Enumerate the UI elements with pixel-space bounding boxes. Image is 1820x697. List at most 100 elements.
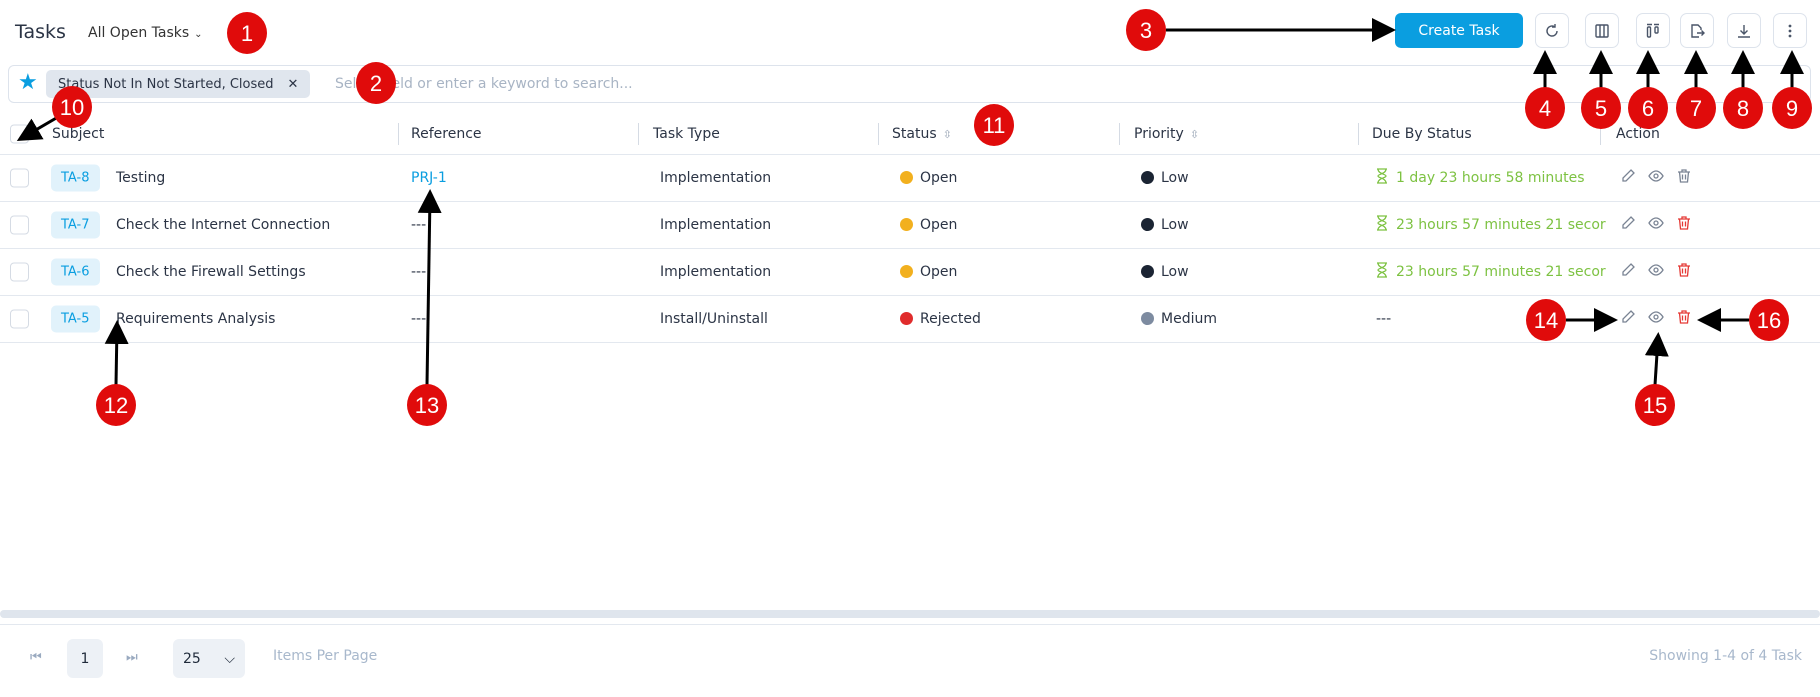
create-task-button[interactable]: Create Task: [1395, 13, 1523, 48]
items-per-page-label: Items Per Page: [273, 648, 378, 664]
hourglass-icon: [1376, 215, 1388, 235]
priority-badge: Low: [1141, 264, 1189, 280]
view-icon[interactable]: [1648, 215, 1664, 235]
edit-icon[interactable]: [1620, 215, 1636, 235]
due-by-status: ---: [1376, 311, 1391, 327]
task-reference: ---: [411, 264, 427, 280]
col-status[interactable]: Status ⇳: [892, 126, 952, 142]
view-icon[interactable]: [1648, 262, 1664, 282]
task-id-badge[interactable]: TA-7: [51, 211, 100, 239]
row-checkbox[interactable]: [10, 168, 29, 188]
row-checkbox[interactable]: [10, 309, 29, 329]
task-subject[interactable]: Check the Firewall Settings: [116, 264, 306, 280]
status-label: Open: [920, 170, 958, 186]
priority-dot: [1141, 171, 1154, 184]
select-all-checkbox[interactable]: [10, 124, 29, 143]
col-action: Action: [1616, 125, 1660, 142]
due-by-status: 1 day 23 hours 58 minutes: [1376, 168, 1585, 188]
delete-icon[interactable]: [1676, 215, 1692, 235]
delete-icon[interactable]: [1676, 168, 1692, 188]
table-row[interactable]: TA-8 Testing PRJ-1 Implementation Open L…: [0, 155, 1820, 202]
hourglass-icon: [1376, 262, 1388, 282]
filter-chip[interactable]: Status Not In Not Started, Closed ✕: [46, 70, 311, 98]
per-page-select[interactable]: 25 ⌵: [173, 639, 245, 678]
download-icon: [1738, 24, 1750, 38]
refresh-button[interactable]: [1535, 13, 1569, 48]
task-id-badge[interactable]: TA-8: [51, 164, 100, 192]
edit-icon[interactable]: [1620, 309, 1636, 329]
delete-icon[interactable]: [1676, 262, 1692, 282]
priority-badge: Low: [1141, 217, 1189, 233]
task-subject[interactable]: Check the Internet Connection: [116, 217, 330, 233]
annotation-overlay: 1234 5 6 7 8 9101112 13141516: [16, 9, 1812, 426]
status-label: Open: [920, 217, 958, 233]
row-checkbox[interactable]: [10, 215, 29, 235]
due-text: ---: [1376, 311, 1392, 327]
more-button[interactable]: [1773, 13, 1807, 48]
status-dot: [900, 265, 913, 278]
edit-icon[interactable]: [1620, 168, 1636, 188]
task-reference[interactable]: PRJ-1: [411, 170, 447, 186]
table-row[interactable]: TA-7 Check the Internet Connection --- I…: [0, 202, 1820, 249]
row-actions: [1620, 262, 1692, 282]
view-selector[interactable]: All Open Tasks ⌄: [88, 25, 203, 41]
task-id-badge[interactable]: TA-6: [51, 258, 100, 286]
star-icon[interactable]: ★: [18, 70, 38, 95]
due-text: 23 hours 57 minutes 21 secor: [1396, 217, 1606, 233]
sort-icon[interactable]: ⇳: [1190, 128, 1199, 141]
row-checkbox[interactable]: [10, 262, 29, 282]
status-dot: [900, 218, 913, 231]
due-by-status: 23 hours 57 minutes 21 secor: [1376, 262, 1606, 282]
task-subject[interactable]: Testing: [116, 170, 165, 186]
layout-button[interactable]: [1636, 13, 1670, 48]
layout-icon: [1646, 23, 1659, 38]
more-vertical-icon: [1788, 24, 1792, 37]
hourglass-icon: [1376, 168, 1388, 188]
close-icon[interactable]: ✕: [288, 77, 299, 92]
col-reference[interactable]: Reference: [411, 126, 482, 142]
annotation-marker: [227, 12, 267, 54]
col-priority[interactable]: Priority ⇳: [1134, 126, 1199, 142]
table-row[interactable]: TA-6 Check the Firewall Settings --- Imp…: [0, 249, 1820, 296]
task-subject[interactable]: Requirements Analysis: [116, 311, 275, 327]
delete-icon[interactable]: [1676, 309, 1692, 329]
col-priority-label: Priority: [1134, 125, 1184, 142]
priority-dot: [1141, 312, 1154, 325]
page-title: Tasks: [15, 21, 66, 43]
filter-chip-label: Status Not In Not Started, Closed: [58, 76, 274, 92]
table-row[interactable]: TA-5 Requirements Analysis --- Install/U…: [0, 296, 1820, 343]
last-page-icon[interactable]: ⏭: [126, 650, 138, 665]
status-badge: Open: [900, 264, 957, 280]
view-icon[interactable]: [1648, 168, 1664, 188]
columns-icon: [1595, 23, 1609, 38]
col-task-type[interactable]: Task Type: [653, 126, 720, 142]
sort-icon[interactable]: ⇳: [943, 128, 952, 141]
priority-dot: [1141, 218, 1154, 231]
priority-label: Low: [1161, 170, 1189, 186]
horizontal-scrollbar[interactable]: [0, 610, 1820, 618]
annotation-number: 1: [241, 21, 253, 46]
priority-badge: Medium: [1141, 311, 1217, 327]
view-icon[interactable]: [1648, 309, 1664, 329]
per-page-value: 25: [183, 650, 201, 667]
refresh-icon: [1546, 23, 1558, 37]
download-button[interactable]: [1727, 13, 1761, 48]
export-button[interactable]: [1680, 13, 1714, 48]
task-type: Install/Uninstall: [660, 311, 768, 327]
search-input[interactable]: [335, 70, 1235, 98]
annotation-marker: [96, 384, 136, 426]
annotation-marker: [1635, 384, 1675, 426]
first-page-icon[interactable]: ⏮: [30, 650, 42, 665]
task-id-badge[interactable]: TA-5: [51, 305, 100, 333]
edit-icon[interactable]: [1620, 262, 1636, 282]
due-text: 1 day 23 hours 58 minutes: [1396, 170, 1585, 186]
row-actions: [1620, 168, 1692, 188]
status-dot: [900, 312, 913, 325]
col-due-by-status[interactable]: Due By Status: [1372, 126, 1472, 142]
col-subject[interactable]: Subject: [52, 126, 104, 142]
task-reference: ---: [411, 217, 427, 233]
status-badge: Open: [900, 170, 957, 186]
page-number-button[interactable]: 1: [67, 639, 103, 678]
columns-button[interactable]: [1585, 13, 1619, 48]
status-badge: Rejected: [900, 311, 981, 327]
